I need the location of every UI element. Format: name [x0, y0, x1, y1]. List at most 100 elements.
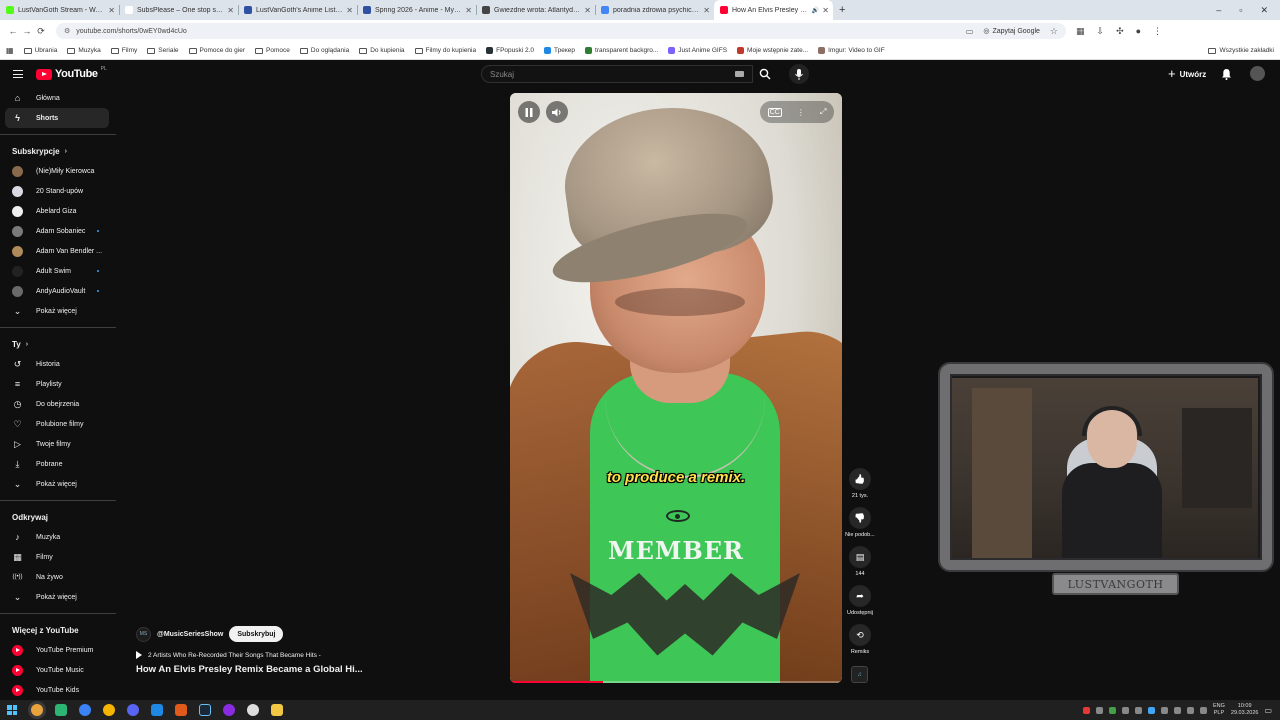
tab-audio-icon[interactable]: 🔊 — [812, 7, 819, 14]
sidebar-item[interactable]: ◷ Do obejrzenia — [0, 394, 116, 414]
tray-icon[interactable] — [1121, 706, 1129, 714]
reload-icon[interactable]: ⟳ — [34, 26, 48, 37]
sidebar-item[interactable]: ≡ Playlisty — [0, 374, 116, 394]
you-header[interactable]: Ty › — [0, 334, 116, 354]
tray-icon[interactable] — [1082, 706, 1090, 714]
site-info-icon[interactable]: ⚙ — [64, 27, 70, 35]
puzzle-icon[interactable]: ✣ — [1116, 26, 1124, 37]
subscription-item[interactable]: Adam Van Bendler ... — [0, 241, 116, 261]
sidebar-item[interactable]: ⤓ Pobrane — [0, 454, 116, 474]
all-bookmarks[interactable]: Wszystkie zakładki — [1208, 47, 1274, 54]
sidebar-item[interactable]: ↺ Historia — [0, 354, 116, 374]
close-tab-icon[interactable]: ✕ — [227, 6, 234, 15]
subscription-item[interactable]: (Nie)Miły Kierowca — [0, 161, 116, 181]
playlist-link[interactable]: 2 Artists Who Re-Recorded Their Songs Th… — [136, 651, 496, 659]
more-youtube-item[interactable]: YouTube Premium — [0, 640, 116, 660]
download-icon[interactable]: ⇩ — [1097, 26, 1105, 37]
video-title[interactable]: How An Elvis Presley Remix Became a Glob… — [136, 664, 496, 675]
keyboard-icon[interactable] — [735, 71, 744, 77]
comments-button[interactable]: ▤ — [849, 546, 871, 568]
browser-tab[interactable]: Spring 2026 - Anime - MyAnim ✕ — [357, 0, 476, 20]
bookmark-item[interactable]: transparent backgro... — [585, 47, 658, 54]
bookmark-item[interactable]: Seriale — [147, 47, 179, 54]
sidebar-item[interactable]: ⌂ Główna — [0, 88, 116, 108]
close-window-icon[interactable]: ✕ — [1260, 5, 1268, 16]
start-menu-icon[interactable] — [7, 705, 17, 715]
google-lens-button[interactable]: ◎ Zapytaj Google — [983, 27, 1040, 36]
sound-thumbnail[interactable]: ♫ — [851, 666, 868, 683]
sidebar-item[interactable]: ▦ Filmy — [0, 547, 116, 567]
bookmark-item[interactable]: Muzyka — [67, 47, 101, 54]
sidebar-item[interactable]: ⌄ Pokaż więcej — [0, 587, 116, 607]
back-icon[interactable]: ← — [6, 26, 20, 36]
notifications-icon[interactable]: ▭ — [1264, 706, 1272, 715]
subscriptions-show-more[interactable]: ⌄ Pokaż więcej — [0, 301, 116, 321]
chrome-icon[interactable] — [31, 704, 43, 716]
bookmark-item[interactable]: Filmy do kupienia — [414, 47, 476, 54]
bookmark-item[interactable]: Pomoce — [255, 47, 290, 54]
close-tab-icon[interactable]: ✕ — [108, 6, 115, 15]
close-tab-icon[interactable]: ✕ — [822, 6, 829, 15]
app-icon[interactable] — [55, 704, 67, 716]
subscribe-button[interactable]: Subskrybuj — [229, 626, 284, 642]
create-button[interactable]: + Utwórz — [1168, 66, 1206, 82]
sidebar-item[interactable]: ((•)) Na żywo — [0, 567, 116, 587]
minimize-icon[interactable]: – — [1216, 5, 1221, 16]
discord-icon[interactable] — [127, 704, 139, 716]
notifications-bell-icon[interactable] — [1221, 67, 1232, 85]
captions-icon[interactable]: CC — [767, 107, 782, 117]
tray-icon[interactable] — [1147, 706, 1155, 714]
browser-tab[interactable]: SubsPlease – One stop shop fo✕ — [119, 0, 238, 20]
search-button[interactable] — [753, 65, 777, 83]
new-tab-button[interactable]: + — [839, 4, 845, 16]
account-avatar[interactable] — [1250, 66, 1265, 81]
file-explorer-icon[interactable] — [271, 704, 283, 716]
bookmark-item[interactable]: Moje wstępnie zate... — [737, 47, 808, 54]
share-button[interactable]: ➦ — [849, 585, 871, 607]
apps-grid-icon[interactable]: ▦ — [6, 46, 14, 55]
more-options-icon[interactable]: ⋮ — [797, 108, 805, 117]
bookmark-item[interactable]: Filmy — [110, 47, 137, 54]
browser-tab[interactable]: How An Elvis Presley Remix🔊✕ — [714, 0, 833, 20]
subscription-item[interactable]: 20 Stand-upów — [0, 181, 116, 201]
browser-tab[interactable]: LustVanGoth's Anime List - My ✕ — [238, 0, 357, 20]
subscriptions-header[interactable]: Subskrypcje › — [0, 141, 116, 161]
close-tab-icon[interactable]: ✕ — [465, 6, 472, 15]
extension-icon[interactable]: ▦ — [1076, 26, 1085, 37]
like-button[interactable]: 👍 — [849, 468, 871, 490]
tray-icon[interactable] — [1186, 706, 1194, 714]
sidebar-item[interactable]: ▷ Twoje filmy — [0, 434, 116, 454]
shorts-player[interactable]: MEMBER to produce a remix. CC ⋮ ⤢ — [510, 93, 842, 683]
steam-icon[interactable] — [199, 704, 211, 716]
volume-button[interactable] — [546, 101, 568, 123]
app-icon[interactable] — [79, 704, 91, 716]
remix-button[interactable]: ⟲ — [849, 624, 871, 646]
subscription-item[interactable]: Abelard Giza — [0, 201, 116, 221]
obs-icon[interactable] — [247, 704, 259, 716]
app-icon[interactable] — [223, 704, 235, 716]
close-tab-icon[interactable]: ✕ — [584, 6, 591, 15]
vlc-icon[interactable] — [175, 704, 187, 716]
sidebar-item[interactable]: ♪ Muzyka — [0, 527, 116, 547]
app-icon[interactable] — [151, 704, 163, 716]
tray-icon[interactable] — [1160, 706, 1168, 714]
pause-button[interactable] — [518, 101, 540, 123]
sidebar-item[interactable]: ϟ Shorts — [5, 108, 109, 128]
dislike-button[interactable]: 👎 — [849, 507, 871, 529]
fullscreen-icon[interactable]: ⤢ — [820, 107, 826, 117]
browser-tab[interactable]: LustVanGoth Stream - Watch L ✕ — [0, 0, 119, 20]
clock[interactable]: 10:09 29.03.2026 — [1231, 703, 1259, 717]
browser-tab[interactable]: poradnia zdrowia psychicznego✕ — [595, 0, 714, 20]
bookmark-item[interactable]: Imgur: Video to GIF — [818, 47, 885, 54]
bookmark-star-icon[interactable]: ☆ — [1050, 26, 1058, 37]
subscription-item[interactable]: Adam Sobaniec — [0, 221, 116, 241]
bookmark-item[interactable]: FPopuski 2.0 — [486, 47, 534, 54]
sidebar-item[interactable]: ⌄ Pokaż więcej — [0, 474, 116, 494]
profile-icon[interactable]: ● — [1136, 26, 1141, 37]
url-bar[interactable]: ⚙ youtube.com/shorts/0wEY0wd4cUo ▭ ◎ Zap… — [56, 23, 1066, 39]
hamburger-menu-icon[interactable] — [13, 70, 23, 78]
bookmark-item[interactable]: Just Anime GIFS — [668, 47, 727, 54]
browser-tab[interactable]: Gwiezdne wrota: Atlantyda / St ✕ — [476, 0, 595, 20]
channel-avatar[interactable]: MS — [136, 626, 151, 642]
close-tab-icon[interactable]: ✕ — [703, 6, 710, 15]
